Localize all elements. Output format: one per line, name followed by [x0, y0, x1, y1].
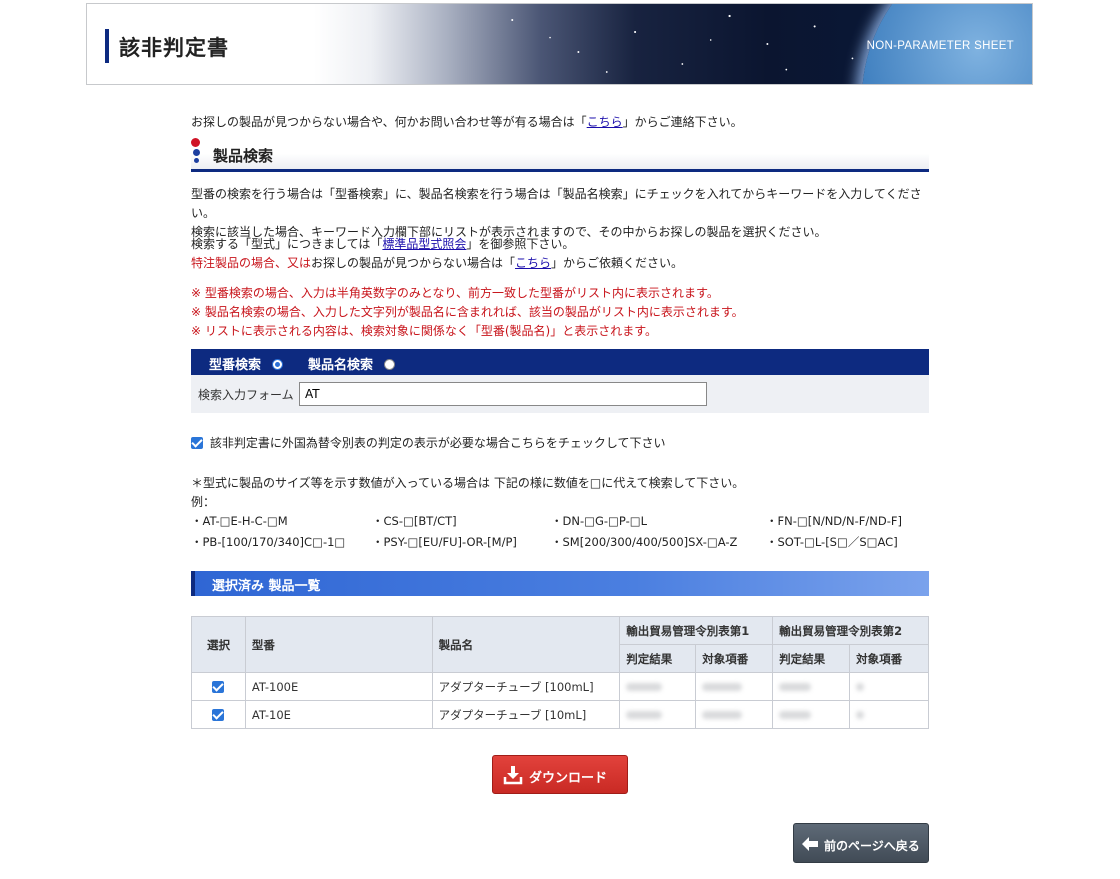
search-intro: 型番の検索を行う場合は「型番検索」に、製品名検索を行う場合は「製品名検索」にチェ…: [191, 185, 929, 242]
name-search-radio[interactable]: [383, 359, 395, 370]
search-input[interactable]: [299, 382, 707, 406]
blurred-value: [702, 683, 743, 691]
search-notes: ※ 型番検索の場合、入力は半角英数字のみとなり、前方一致した型番がリスト内に表示…: [191, 284, 929, 341]
col-table1-item: 対象項番: [695, 644, 774, 673]
col-table2-item: 対象項番: [849, 644, 929, 673]
product-search-heading: 製品検索: [191, 138, 929, 172]
header-banner: 該非判定書 NON-PARAMETER SHEET: [86, 3, 1033, 85]
request-link[interactable]: こちら: [515, 256, 551, 270]
model-search-label: 型番検索: [209, 358, 262, 373]
export-check-row: 該非判定書に外国為替令別表の判定の表示が必要な場合こちらをチェックして下さい: [191, 434, 929, 451]
note-line-3: ※ リストに表示される内容は、検索対象に関係なく「型番(製品名)」と表示されます…: [191, 324, 658, 338]
model-reference: 検索する「型式」につきましては「標準品型式照会」を御参照下さい。 特注製品の場合…: [191, 235, 929, 273]
special-order-before: お探しの製品が見つからない場合は「: [311, 256, 516, 270]
table-row: AT-100E アダプターチューブ [100mL]: [191, 672, 929, 701]
search-input-label: 検索入力フォーム: [198, 388, 294, 402]
blurred-value: [626, 683, 663, 691]
model-search-radio[interactable]: [271, 359, 283, 370]
example-item: ・CS-□[BT/CT]: [372, 514, 457, 528]
col-table2: 輸出貿易管理令別表第2: [772, 616, 929, 645]
special-order-red-text: 特注製品の場合、又は: [191, 256, 312, 270]
col-table2-result: 判定結果: [772, 644, 851, 673]
row-checkbox[interactable]: [212, 680, 225, 693]
example-item: ・SM[200/300/400/500]SX-□A-Z: [551, 535, 738, 549]
contact-link[interactable]: こちら: [587, 115, 623, 129]
row-table2-result: [772, 700, 851, 729]
blurred-value: [779, 683, 812, 691]
row-table1-result: [619, 672, 697, 701]
name-search-label: 製品名検索: [308, 358, 374, 373]
page-subtitle: NON-PARAMETER SHEET: [866, 40, 1014, 52]
arrow-left-icon: [802, 837, 818, 851]
standard-model-link[interactable]: 標準品型式照会: [382, 237, 466, 251]
download-button[interactable]: ダウンロード: [492, 755, 628, 794]
row-table2-item: [849, 672, 929, 701]
col-model: 型番: [244, 616, 433, 673]
heading-blue-small-dot-icon: [194, 158, 199, 163]
col-table1: 輸出貿易管理令別表第1: [619, 616, 774, 645]
blurred-value: [779, 711, 812, 719]
row-table2-item: [849, 700, 929, 729]
row-table1-result: [619, 700, 697, 729]
row-table1-item: [695, 672, 774, 701]
special-order-after: 」からご依頼ください。: [551, 256, 684, 270]
tab-model-search[interactable]: 型番検索: [209, 354, 283, 373]
contact-text-before: お探しの製品が見つからない場合や、何かお問い合わせ等が有る場合は「: [191, 115, 587, 129]
example-item: ・FN-□[N/ND/N-F/ND-F]: [766, 514, 902, 528]
tab-name-search[interactable]: 製品名検索: [308, 354, 395, 373]
size-note-text: ＊型式に製品のサイズ等を示す数値が入っている場合は 下記の様に数値を□に代えて検…: [191, 476, 745, 490]
row-model: AT-100E: [244, 672, 433, 701]
blurred-value: [702, 711, 743, 719]
row-table2-result: [772, 672, 851, 701]
col-select: 選択: [191, 616, 246, 673]
download-icon: [503, 766, 523, 785]
search-type-bar: 型番検索 製品名検索: [191, 349, 929, 375]
blurred-value: [856, 683, 865, 691]
page-title: 該非判定書: [119, 36, 229, 60]
back-button[interactable]: 前のページへ戻る: [793, 823, 929, 863]
search-input-row: 検索入力フォーム: [191, 375, 929, 413]
row-select-cell: [191, 700, 246, 729]
row-name: アダプターチューブ [10mL]: [431, 700, 621, 729]
model-ref-after: 」を御参照下さい。: [466, 237, 575, 251]
contact-line: お探しの製品が見つからない場合や、何かお問い合わせ等が有る場合は「こちら」からご…: [191, 113, 929, 132]
title-accent-bar: [105, 29, 109, 63]
blurred-value: [856, 711, 865, 719]
selected-list-heading: 選択済み 製品一覧: [191, 571, 929, 596]
selected-products-table: 選択 型番 製品名 輸出貿易管理令別表第1 輸出貿易管理令別表第2 判定結果 対…: [191, 616, 929, 729]
row-select-cell: [191, 672, 246, 701]
contact-text-after: 」からご連絡下さい。: [622, 115, 743, 129]
back-label: 前のページへ戻る: [824, 839, 920, 853]
example-item: ・AT-□E-H-C-□M: [191, 514, 288, 528]
table-row: AT-10E アダプターチューブ [10mL]: [191, 700, 929, 729]
export-checkbox[interactable]: [191, 437, 203, 449]
example-item: ・PSY-□[EU/FU]-OR-[M/P]: [372, 535, 517, 549]
example-label: 例：: [191, 495, 216, 509]
download-label: ダウンロード: [529, 771, 608, 786]
row-checkbox[interactable]: [212, 708, 225, 721]
intro-line-1: 型番の検索を行う場合は「型番検索」に、製品名検索を行う場合は「製品名検索」にチェ…: [191, 187, 922, 220]
row-model: AT-10E: [244, 700, 433, 729]
heading-red-dot-icon: [191, 138, 200, 147]
row-table1-item: [695, 700, 774, 729]
export-check-label: 該非判定書に外国為替令別表の判定の表示が必要な場合こちらをチェックして下さい: [209, 436, 666, 450]
col-table1-result: 判定結果: [619, 644, 697, 673]
row-name: アダプターチューブ [100mL]: [431, 672, 621, 701]
blurred-value: [626, 711, 663, 719]
note-line-1: ※ 型番検索の場合、入力は半角英数字のみとなり、前方一致した型番がリスト内に表示…: [191, 286, 719, 300]
model-ref-before: 検索する「型式」につきましては「: [191, 237, 383, 251]
product-search-title: 製品検索: [213, 147, 274, 165]
col-name: 製品名: [431, 616, 621, 673]
example-item: ・PB-[100/170/340]C□-1□: [191, 535, 346, 549]
example-item: ・DN-□G-□P-□L: [551, 514, 648, 528]
example-item: ・SOT-□L-[S□／S□AC]: [766, 535, 898, 549]
note-line-2: ※ 製品名検索の場合、入力した文字列が製品名に含まれれば、該当の製品がリスト内に…: [191, 305, 744, 319]
heading-blue-dot-icon: [193, 149, 200, 156]
size-note: ＊型式に製品のサイズ等を示す数値が入っている場合は 下記の様に数値を□に代えて検…: [191, 474, 929, 512]
